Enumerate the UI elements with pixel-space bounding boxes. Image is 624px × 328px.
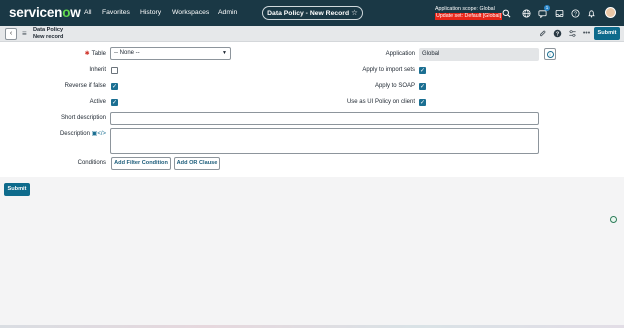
apply-import-sets-checkbox[interactable]: ✓ (419, 67, 426, 74)
svg-text:?: ? (556, 32, 559, 38)
application-scope-indicator[interactable]: Application scope: Global Update set: De… (435, 6, 503, 20)
record-context-label: Data Policy - New Record (267, 10, 350, 17)
svg-text:?: ? (574, 11, 577, 17)
table-field-label: ✱ Table (84, 51, 106, 57)
sliders-icon[interactable] (568, 29, 577, 38)
application-scope-text: Application scope: Global (435, 6, 495, 12)
reverse-if-false-label: Reverse if false (64, 83, 106, 89)
description-label: Description ▣</> (59, 131, 106, 137)
use-ui-policy-label: Use as UI Policy on client (346, 99, 415, 105)
update-set-text: Update set: Default [Global] (435, 13, 503, 20)
servicenow-logo[interactable]: servicenow (9, 5, 81, 20)
assistant-icon[interactable] (610, 216, 617, 223)
active-checkbox[interactable]: ✓ (111, 99, 118, 106)
globe-icon[interactable] (522, 9, 531, 18)
paperclip-icon[interactable] (538, 29, 547, 38)
form-body: ✱ Table -- None -- ▼ Application Global i … (0, 42, 624, 177)
inherit-checkbox[interactable] (111, 67, 118, 74)
dropdown-caret-icon: ▼ (222, 50, 227, 56)
nav-history[interactable]: History (140, 9, 161, 16)
nav-workspaces[interactable]: Workspaces (172, 9, 209, 16)
context-menu-icon[interactable]: ≡ (22, 29, 27, 38)
form-subtitle: New record (33, 34, 64, 40)
short-description-input[interactable] (110, 112, 539, 125)
apply-soap-checkbox[interactable]: ✓ (419, 83, 426, 90)
footer-submit-button[interactable]: Submit (4, 183, 30, 196)
add-filter-condition-button[interactable]: Add Filter Condition (111, 157, 171, 170)
form-title: Data Policy (33, 27, 64, 33)
nav-admin[interactable]: Admin (218, 9, 237, 16)
active-label: Active (89, 99, 106, 105)
inherit-label: Inherit (89, 67, 106, 73)
table-select[interactable]: -- None -- ▼ (110, 47, 231, 60)
favorite-star-icon[interactable]: ☆ (351, 8, 358, 17)
table-select-value: -- None -- (114, 50, 140, 56)
more-options-icon[interactable]: ••• (582, 29, 591, 38)
application-field-label: Application (385, 51, 415, 57)
inbox-icon[interactable] (555, 9, 564, 18)
top-navigation-bar: servicenow All Favorites History Workspa… (0, 0, 624, 26)
help-circle-icon[interactable]: ? (553, 29, 562, 38)
header-submit-button[interactable]: Submit (594, 27, 620, 40)
application-info-button[interactable]: i (544, 48, 556, 60)
chevron-left-icon: ‹ (9, 30, 13, 37)
add-or-clause-button[interactable]: Add OR Clause (174, 157, 220, 170)
code-view-icon[interactable]: </> (97, 131, 106, 137)
short-description-label: Short description (60, 115, 106, 121)
nav-all[interactable]: All (84, 9, 92, 16)
bell-icon[interactable] (587, 9, 596, 18)
search-icon[interactable] (502, 9, 511, 18)
apply-import-sets-label: Apply to import sets (362, 67, 415, 73)
back-button[interactable]: ‹ (5, 28, 17, 40)
required-indicator-icon: ✱ (84, 51, 90, 57)
conditions-label: Conditions (77, 160, 106, 166)
reverse-if-false-checkbox[interactable]: ✓ (111, 83, 118, 90)
description-textarea[interactable] (110, 128, 539, 154)
notification-count-badge: 1 (544, 5, 550, 11)
record-context-pill[interactable]: Data Policy - New Record ☆ (262, 6, 363, 20)
help-icon[interactable]: ? (571, 9, 580, 18)
apply-soap-label: Apply to SOAP (374, 83, 415, 89)
user-avatar[interactable] (605, 7, 616, 18)
nav-favorites[interactable]: Favorites (102, 9, 130, 16)
use-ui-policy-checkbox[interactable]: ✓ (419, 99, 426, 106)
info-icon: i (546, 50, 554, 58)
application-readonly-field: Global (419, 48, 539, 61)
form-header-bar: ‹ ≡ Data Policy New record ? ••• Submit (0, 26, 624, 42)
